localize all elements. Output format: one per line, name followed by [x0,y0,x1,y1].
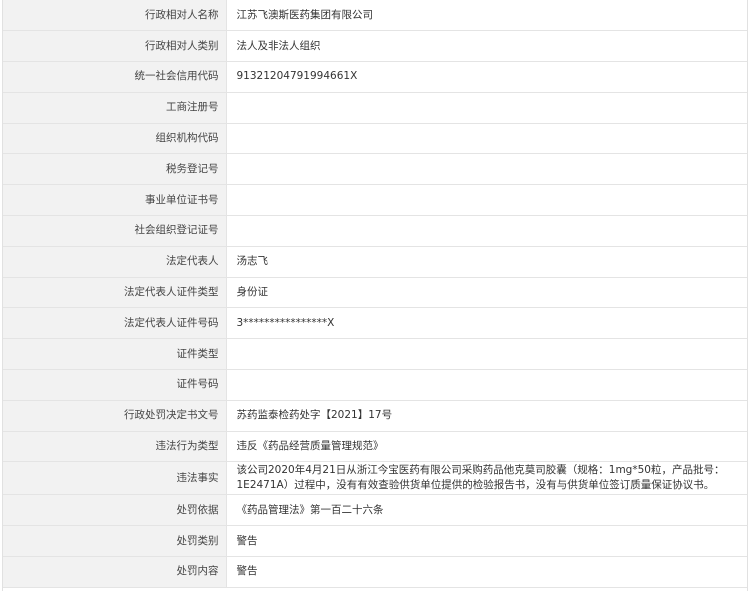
table-row: 处罚依据 《药品管理法》第一百二十六条 [3,494,747,527]
table-row: 行政处罚决定书文号 苏药监泰检药处字【2021】17号 [3,400,747,432]
field-label-legal-rep-id-type: 法定代表人证件类型 [3,277,227,309]
table-row: 工商注册号 [3,92,747,124]
field-value-legal-rep-id-no: 3****************X [226,307,747,340]
field-label-violation-facts: 违法事实 [3,461,227,496]
field-value-id-no [226,369,747,401]
table-row: 社会组织登记证号 [3,215,747,247]
field-value-penalty-basis: 《药品管理法》第一百二十六条 [226,494,747,527]
field-value-legal-rep-id-type: 身份证 [226,277,747,309]
table-row: 组织机构代码 [3,123,747,155]
field-label-social-org-reg-no: 社会组织登记证号 [3,215,227,247]
table-row: 证件类型 [3,338,747,371]
table-row: 税务登记号 [3,153,747,186]
penalty-info-panel: 行政相对人名称 江苏飞澳斯医药集团有限公司 行政相对人类别 法人及非法人组织 统… [2,0,748,591]
field-label-tax-reg-no: 税务登记号 [3,153,227,186]
field-label-org-code: 组织机构代码 [3,123,227,155]
table-row: 事业单位证书号 [3,184,747,217]
field-value-party-category: 法人及非法人组织 [226,30,747,63]
field-value-penalty-category: 警告 [226,525,747,558]
table-row: 处罚类别 警告 [3,525,747,558]
field-label-id-type: 证件类型 [3,338,227,371]
table-row: 统一社会信用代码 91321204791994661X [3,61,747,93]
penalty-info-table: 行政相对人名称 江苏飞澳斯医药集团有限公司 行政相对人类别 法人及非法人组织 统… [3,0,747,588]
field-value-party-name: 江苏飞澳斯医药集团有限公司 [226,0,747,32]
table-row: 行政相对人名称 江苏飞澳斯医药集团有限公司 [3,0,747,32]
table-row: 违法行为类型 违反《药品经营质量管理规范》 [3,431,747,463]
table-row: 法定代表人证件类型 身份证 [3,277,747,309]
field-value-social-org-reg-no [226,215,747,247]
field-value-violation-type: 违反《药品经营质量管理规范》 [226,431,747,463]
field-label-party-category: 行政相对人类别 [3,30,227,63]
field-label-penalty-category: 处罚类别 [3,525,227,558]
field-value-credit-code: 91321204791994661X [226,61,747,93]
table-row: 法定代表人证件号码 3****************X [3,307,747,340]
field-value-org-code [226,123,747,155]
field-label-penalty-content: 处罚内容 [3,556,227,588]
field-value-business-reg-no [226,92,747,124]
field-value-violation-facts: 该公司2020年4月21日从浙江今宝医药有限公司采购药品他克莫司胶囊（规格：1m… [226,461,747,496]
field-label-legal-rep: 法定代表人 [3,246,227,278]
field-value-penalty-content: 警告 [226,556,747,588]
table-row: 处罚内容 警告 [3,556,747,588]
field-value-legal-rep: 汤志飞 [226,246,747,278]
field-value-decision-doc-no: 苏药监泰检药处字【2021】17号 [226,400,747,432]
field-value-id-type [226,338,747,371]
field-label-decision-doc-no: 行政处罚决定书文号 [3,400,227,432]
field-label-institution-cert-no: 事业单位证书号 [3,184,227,217]
field-label-credit-code: 统一社会信用代码 [3,61,227,93]
field-label-party-name: 行政相对人名称 [3,0,227,32]
field-value-institution-cert-no [226,184,747,217]
table-row: 法定代表人 汤志飞 [3,246,747,278]
field-label-legal-rep-id-no: 法定代表人证件号码 [3,307,227,340]
table-row: 违法事实 该公司2020年4月21日从浙江今宝医药有限公司采购药品他克莫司胶囊（… [3,461,747,496]
field-label-id-no: 证件号码 [3,369,227,401]
field-label-business-reg-no: 工商注册号 [3,92,227,124]
field-label-penalty-basis: 处罚依据 [3,494,227,527]
table-row: 证件号码 [3,369,747,401]
table-row: 行政相对人类别 法人及非法人组织 [3,30,747,63]
field-label-violation-type: 违法行为类型 [3,431,227,463]
field-value-tax-reg-no [226,153,747,186]
